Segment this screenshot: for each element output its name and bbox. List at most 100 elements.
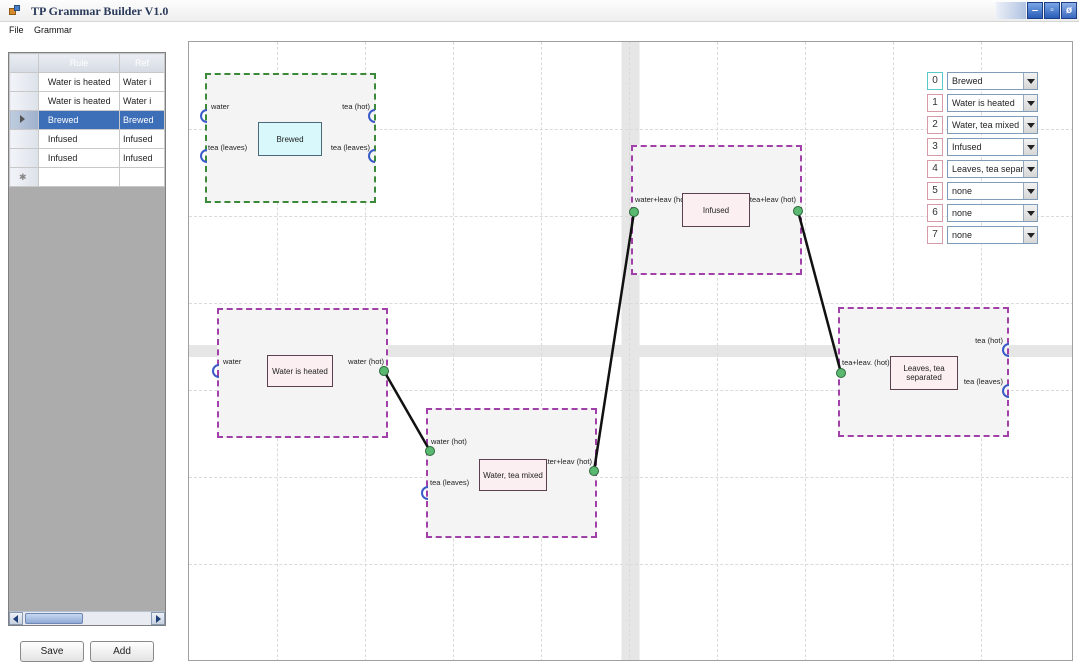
node-label: Infused (682, 193, 750, 227)
app-icon (9, 5, 21, 16)
column-header[interactable]: Ref (119, 53, 165, 73)
horizontal-scrollbar[interactable] (9, 611, 165, 625)
node-leaves-tea-separated[interactable]: tea+leav. (hot) tea (hot) tea (leaves) L… (838, 307, 1009, 437)
rule-dropdown[interactable]: Water is heated (947, 94, 1038, 112)
column-header[interactable]: Rule (37, 53, 121, 73)
diagram-canvas[interactable]: water tea (hot) tea (leaves) tea (leaves… (188, 41, 1073, 661)
port-label: water (hot) (431, 437, 467, 446)
rule-row-4: 4 Leaves, tea separat (927, 160, 1039, 178)
scroll-thumb[interactable] (25, 613, 83, 624)
rule-index: 5 (927, 182, 943, 200)
grid-cell[interactable]: Brewed (37, 110, 121, 130)
node-water-heated[interactable]: water water (hot) Water is heated (217, 308, 388, 438)
save-button[interactable]: Save (20, 641, 84, 662)
rule-dropdown[interactable]: none (947, 182, 1038, 200)
rule-row-2: 2 Water, tea mixed (927, 116, 1039, 134)
table-row[interactable]: Water is heated Water i (9, 72, 165, 92)
row-header-corner (9, 53, 39, 73)
node-label: Leaves, tea separated (890, 356, 958, 390)
grid-cell[interactable]: Water is heated (37, 72, 121, 92)
port-label: tea+leav (hot) (749, 195, 796, 204)
row-header[interactable] (9, 72, 39, 92)
rule-dropdown[interactable]: none (947, 226, 1038, 244)
port-label: water (211, 102, 230, 111)
rule-dropdown-value: Infused (952, 142, 982, 152)
table-row[interactable]: Water is heated Water i (9, 91, 165, 111)
grid-cell[interactable] (119, 167, 165, 187)
node-brewed[interactable]: water tea (hot) tea (leaves) tea (leaves… (205, 73, 376, 203)
rule-index: 2 (927, 116, 943, 134)
row-header[interactable]: ✱ (9, 167, 39, 187)
rule-index: 0 (927, 72, 943, 90)
wire-mixed-to-infused (592, 211, 636, 472)
arrow-right-icon (156, 615, 161, 623)
close-button[interactable]: ø (1061, 2, 1077, 19)
node-water-tea-mixed[interactable]: water (hot) tea (leaves) water+leav (hot… (426, 408, 597, 538)
rule-row-6: 6 none (927, 204, 1039, 222)
rule-index: 6 (927, 204, 943, 222)
menu-file[interactable]: File (9, 25, 24, 35)
rule-dropdown-value: Water, tea mixed (952, 120, 1020, 130)
minimize-button[interactable]: ‒ (1027, 2, 1043, 19)
chevron-down-icon[interactable] (1023, 95, 1037, 111)
row-header[interactable] (9, 91, 39, 111)
port-label: water (hot) (348, 357, 384, 366)
grid-line (629, 42, 630, 660)
maximize-button[interactable]: ▫ (1044, 2, 1060, 19)
grid-cell[interactable]: Water i (119, 91, 165, 111)
chevron-down-icon[interactable] (1023, 183, 1037, 199)
rule-dropdown-value: none (952, 208, 973, 218)
chevron-down-icon[interactable] (1023, 227, 1037, 243)
rule-index: 4 (927, 160, 943, 178)
title-decoration (996, 2, 1026, 19)
grid-cell[interactable] (37, 167, 121, 187)
grid-line (189, 477, 1072, 478)
rule-dropdown[interactable]: Water, tea mixed (947, 116, 1038, 134)
rule-dropdown-value: Leaves, tea separat (952, 164, 1032, 174)
grid-line (717, 42, 718, 660)
rule-dropdown-value: Water is heated (952, 98, 1015, 108)
title-bar: TP Grammar Builder V1.0 ‒ ▫ ø (0, 0, 1079, 22)
port-label: tea (hot) (975, 336, 1003, 345)
grid-cell[interactable]: Water i (119, 72, 165, 92)
rule-dropdown[interactable]: Infused (947, 138, 1038, 156)
grid-cell[interactable]: Infused (37, 129, 121, 149)
row-header[interactable] (9, 110, 39, 130)
rule-table: Rule Ref Water is heated Water i Water i… (9, 53, 165, 187)
grid-cell[interactable]: Infused (119, 148, 165, 168)
port-label: tea (leaves) (430, 478, 470, 487)
menu-grammar[interactable]: Grammar (34, 25, 72, 35)
rule-row-3: 3 Infused (927, 138, 1039, 156)
rule-grid[interactable]: Rule Ref Water is heated Water i Water i… (8, 52, 166, 626)
rule-dropdown[interactable]: Leaves, tea separat (947, 160, 1038, 178)
grid-cell[interactable]: Water is heated (37, 91, 121, 111)
chevron-down-icon[interactable] (1023, 73, 1037, 89)
rule-dropdown[interactable]: Brewed (947, 72, 1038, 90)
table-row[interactable]: Infused Infused (9, 129, 165, 149)
port-label: tea (leaves) (330, 143, 370, 152)
chevron-down-icon[interactable] (1023, 117, 1037, 133)
wire-heated-to-mixed (382, 370, 432, 452)
rule-dropdown[interactable]: none (947, 204, 1038, 222)
chevron-down-icon[interactable] (1023, 161, 1037, 177)
port-label: tea (hot) (342, 102, 370, 111)
chevron-down-icon[interactable] (1023, 139, 1037, 155)
add-button[interactable]: Add (90, 641, 154, 662)
current-row-icon (20, 115, 25, 123)
rule-index: 7 (927, 226, 943, 244)
node-infused[interactable]: water+leav (hot) tea+leav (hot) Infused (631, 145, 802, 275)
chevron-down-icon[interactable] (1023, 205, 1037, 221)
window-controls: ‒ ▫ ø (996, 2, 1077, 19)
table-row-new[interactable]: ✱ (9, 167, 165, 187)
menu-bar: File Grammar (0, 22, 1079, 40)
table-row-selected[interactable]: Brewed Brewed (9, 110, 165, 130)
grid-cell[interactable]: Brewed (119, 110, 165, 130)
row-header[interactable] (9, 129, 39, 149)
grid-cell[interactable]: Infused (119, 129, 165, 149)
table-row[interactable]: Infused Infused (9, 148, 165, 168)
grid-cell[interactable]: Infused (37, 148, 121, 168)
scroll-left-button[interactable] (9, 612, 23, 625)
port-label: tea (leaves) (963, 377, 1003, 386)
row-header[interactable] (9, 148, 39, 168)
scroll-right-button[interactable] (151, 612, 165, 625)
